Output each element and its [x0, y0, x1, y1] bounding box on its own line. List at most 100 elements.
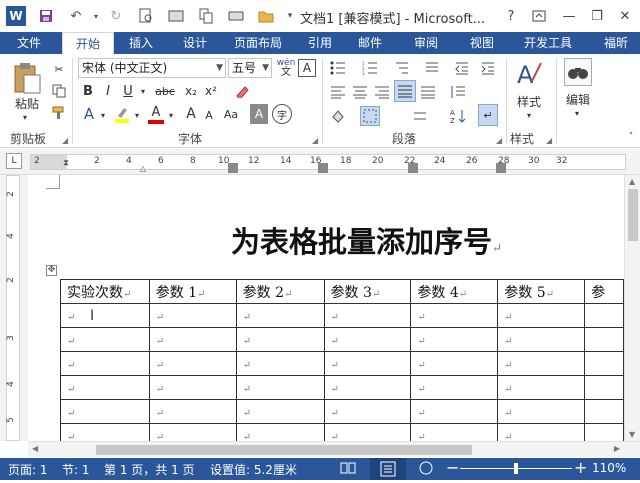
table-cell[interactable]: ↵ — [235, 303, 325, 328]
paste-special-icon[interactable] — [166, 6, 186, 26]
status-setting[interactable]: 设置值: 5.2厘米 — [210, 461, 297, 478]
scrollbar-thumb[interactable] — [96, 445, 472, 455]
table-cell[interactable]: ↵ — [497, 423, 586, 441]
table-cell[interactable]: ↵ — [60, 351, 150, 376]
sort-icon[interactable]: AZ — [448, 106, 468, 126]
table-cell[interactable]: ↵ — [410, 327, 499, 352]
vertical-ruler[interactable]: 2 4 2 3 4 5 — [0, 175, 28, 441]
table-cell[interactable]: ↵ — [410, 351, 499, 376]
scroll-up-icon[interactable]: ▲ — [629, 177, 635, 186]
zoom-level[interactable]: 110% — [592, 461, 626, 475]
minimize-button[interactable]: — — [558, 6, 580, 26]
table-move-handle-icon[interactable]: ✥ — [46, 265, 57, 276]
table-cell[interactable]: 实验次数↵ — [60, 279, 150, 304]
tab-view[interactable]: 视图 — [462, 32, 502, 54]
table-cell[interactable]: ↵ — [323, 351, 412, 376]
print-preview-icon[interactable] — [136, 6, 156, 26]
ribbon-display-options-icon[interactable] — [528, 6, 550, 26]
table-cell[interactable]: ↵ — [323, 375, 412, 400]
table-cell[interactable]: ↵ — [410, 303, 499, 328]
status-page-count[interactable]: 第 1 页，共 1 页 — [104, 461, 195, 478]
table-cell[interactable]: ↵ — [148, 423, 237, 441]
tab-mailings[interactable]: 邮件 — [350, 32, 390, 54]
table-cell[interactable]: ↵ — [60, 423, 150, 441]
table-cell[interactable]: ↵ — [148, 375, 237, 400]
table-cell[interactable] — [584, 399, 624, 424]
shrink-font-button[interactable]: A — [200, 106, 218, 124]
undo-icon[interactable]: ↶ — [66, 6, 86, 26]
numbering-icon[interactable]: 123 — [360, 58, 380, 78]
collapse-ribbon-icon[interactable]: ˄ — [624, 130, 638, 144]
cut-icon[interactable]: ✂ — [50, 60, 68, 78]
table-cell[interactable]: 参数 4↵ — [410, 279, 499, 304]
table-cell[interactable]: ↵ — [148, 303, 237, 328]
table-cell[interactable]: ↵ — [235, 423, 325, 441]
grow-font-button[interactable]: A — [182, 104, 200, 124]
folder-icon[interactable] — [256, 6, 276, 26]
print-layout-icon[interactable] — [370, 458, 406, 480]
clipboard-launcher-icon[interactable]: ◢ — [62, 136, 68, 145]
justify-icon[interactable] — [394, 80, 416, 102]
document-area[interactable]: 为表格批量添加序号↵ ✥ 实验次数↵ 参数 1↵ 参数 2↵ 参数 3↵ 参数 … — [28, 175, 624, 441]
table-cell[interactable]: 参 — [584, 279, 624, 304]
text-effects-icon[interactable]: A — [80, 104, 98, 124]
table-cell[interactable]: ↵ — [60, 375, 150, 400]
data-table[interactable]: 实验次数↵ 参数 1↵ 参数 2↵ 参数 3↵ 参数 4↵ 参数 5↵ 参 ↵ ↵… — [60, 279, 624, 441]
column-marker-icon[interactable]: △ — [138, 163, 148, 173]
styles-launcher-icon[interactable]: ◢ — [546, 136, 552, 145]
text-effects-dropdown-icon[interactable]: ▾ — [98, 108, 108, 122]
distributed-icon[interactable] — [418, 82, 438, 102]
horizontal-ruler[interactable]: L 2 2 4 6 8 10 12 14 16 18 20 22 24 26 2… — [0, 149, 640, 175]
paste-icon[interactable] — [10, 60, 44, 96]
bullets-icon[interactable] — [328, 58, 348, 78]
table-cell[interactable]: 参数 1↵ — [148, 279, 237, 304]
table-cell[interactable] — [584, 351, 624, 376]
copy-icon[interactable] — [196, 6, 216, 26]
status-page[interactable]: 页面: 1 — [8, 461, 48, 478]
align-center-icon[interactable] — [350, 82, 370, 102]
read-mode-icon[interactable] — [340, 460, 356, 479]
editing-button[interactable]: 编辑 — [560, 92, 596, 107]
table-cell[interactable]: ↵ — [410, 399, 499, 424]
status-section[interactable]: 节: 1 — [62, 461, 90, 478]
table-cell[interactable]: ↵ — [323, 399, 412, 424]
horizontal-scrollbar[interactable]: ◀ ▶ — [28, 441, 640, 457]
close-button[interactable]: ✕ — [614, 6, 636, 26]
tab-review[interactable]: 审阅 — [406, 32, 446, 54]
subscript-button[interactable]: x₂ — [182, 82, 200, 100]
column-boundary-icon[interactable] — [318, 163, 328, 173]
increase-indent-icon[interactable] — [478, 58, 498, 78]
table-cell[interactable]: ↵ — [60, 303, 150, 328]
align-left-icon[interactable] — [328, 82, 348, 102]
table-cell[interactable]: 参数 5↵ — [497, 279, 586, 304]
font-color-dropdown-icon[interactable]: ▾ — [166, 108, 176, 122]
table-cell[interactable]: ↵ — [323, 423, 412, 441]
tab-insert[interactable]: 插入 — [118, 32, 164, 54]
table-cell[interactable]: 参数 3↵ — [323, 279, 412, 304]
table-cell[interactable]: ↵ — [60, 399, 150, 424]
copy-ribbon-icon[interactable] — [50, 82, 68, 100]
redo-icon[interactable]: ↻ — [106, 6, 126, 26]
table-cell[interactable]: ↵ — [148, 351, 237, 376]
table-cell[interactable]: ↵ — [497, 399, 586, 424]
tab-home[interactable]: 开始 — [62, 32, 114, 55]
save-icon[interactable] — [36, 6, 56, 26]
undo-dropdown-icon[interactable]: ▾ — [86, 6, 106, 26]
align-right-icon[interactable] — [372, 82, 392, 102]
change-case-button[interactable]: Aa — [222, 104, 240, 124]
font-launcher-icon[interactable]: ◢ — [312, 136, 318, 145]
character-border-icon[interactable]: A — [298, 59, 316, 77]
table-cell[interactable]: ↵ — [497, 303, 586, 328]
table-cell[interactable] — [584, 303, 624, 328]
font-size-combo[interactable]: 五号 ▼ — [228, 58, 272, 78]
tab-design[interactable]: 设计 — [172, 32, 218, 54]
character-shading-button[interactable]: A — [250, 104, 268, 124]
scroll-left-icon[interactable]: ◀ — [32, 444, 38, 453]
binoculars-icon[interactable] — [564, 58, 592, 86]
tab-references[interactable]: 引用 — [300, 32, 340, 54]
scroll-down-icon[interactable]: ▼ — [629, 430, 635, 439]
styles-dropdown-icon[interactable]: ▾ — [522, 110, 536, 120]
table-cell[interactable] — [584, 327, 624, 352]
clear-formatting-icon[interactable] — [232, 82, 250, 100]
underline-dropdown-icon[interactable]: ▾ — [138, 82, 148, 100]
